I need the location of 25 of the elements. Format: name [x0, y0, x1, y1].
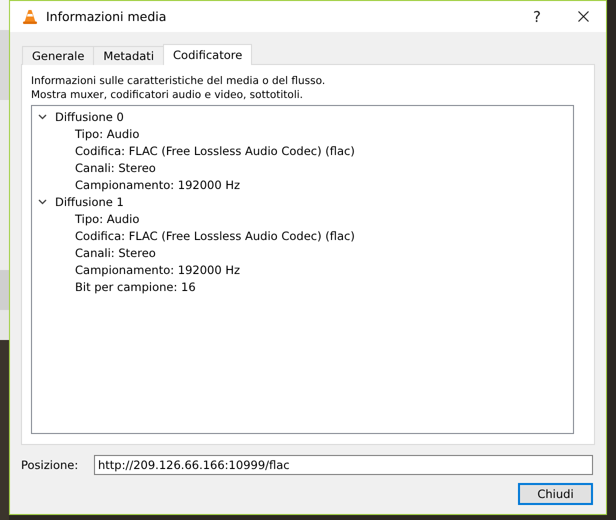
- description-text: Mostra muxer, codificatori audio e video, sottotitoli.: [31, 88, 304, 102]
- tab[interactable]: Codificatore: [163, 44, 252, 65]
- help-button[interactable]: ?: [514, 1, 560, 32]
- tree-item[interactable]: Campionamento: 192000 Hz: [75, 178, 240, 192]
- location-field[interactable]: http://209.126.66.166:10999/flac: [94, 455, 593, 475]
- tree-item[interactable]: Diffusione 1: [55, 194, 124, 208]
- traffic-cone-icon: [22, 8, 38, 24]
- tab[interactable]: Metadati: [93, 46, 164, 65]
- tree-item[interactable]: Canali: Stereo: [75, 160, 156, 174]
- tree-item[interactable]: Codifica: FLAC (Free Lossless Audio Codec) (flac): [75, 228, 355, 242]
- tree-item[interactable]: Tipo: Audio: [75, 212, 140, 226]
- tree-item[interactable]: Tipo: Audio: [75, 126, 140, 140]
- close-dialog-button[interactable]: Chiudi: [518, 483, 593, 505]
- tree-item[interactable]: Bit per campione: 16: [75, 280, 196, 294]
- tree-item[interactable]: Campionamento: 192000 Hz: [75, 262, 240, 276]
- location-label: Posizione:: [21, 458, 80, 472]
- window-title: Informazioni media: [46, 9, 168, 24]
- tree-item[interactable]: Canali: Stereo: [75, 246, 156, 260]
- tree-item[interactable]: Diffusione 0: [55, 110, 124, 124]
- chevron-down-icon[interactable]: [38, 198, 47, 204]
- tab[interactable]: Generale: [22, 46, 94, 65]
- chevron-down-icon[interactable]: [38, 114, 47, 120]
- tree-item[interactable]: Codifica: FLAC (Free Lossless Audio Codec) (flac): [75, 144, 355, 158]
- description-text: Informazioni sulle caratteristiche del media o del flusso.: [31, 74, 326, 88]
- close-icon: [578, 11, 588, 22]
